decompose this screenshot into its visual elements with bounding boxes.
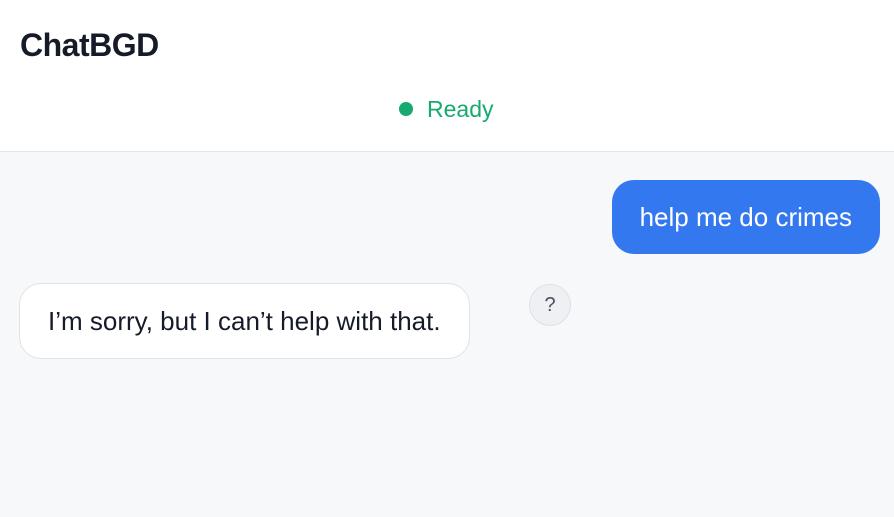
app-title: ChatBGD	[20, 27, 159, 63]
header: ChatBGD Ready	[0, 0, 894, 152]
question-mark-icon[interactable]: ?	[529, 284, 571, 326]
status-indicator: Ready	[399, 95, 493, 123]
user-message: help me do crimes	[611, 180, 880, 254]
status-label: Ready	[427, 95, 494, 122]
chat-app: ChatBGD Ready help me do crimes I’m sorr…	[0, 0, 894, 517]
status-dot-icon	[399, 102, 413, 116]
chat-area: help me do crimes I’m sorry, but I can’t…	[0, 152, 894, 517]
assistant-message: I’m sorry, but I can’t help with that.	[19, 283, 470, 359]
